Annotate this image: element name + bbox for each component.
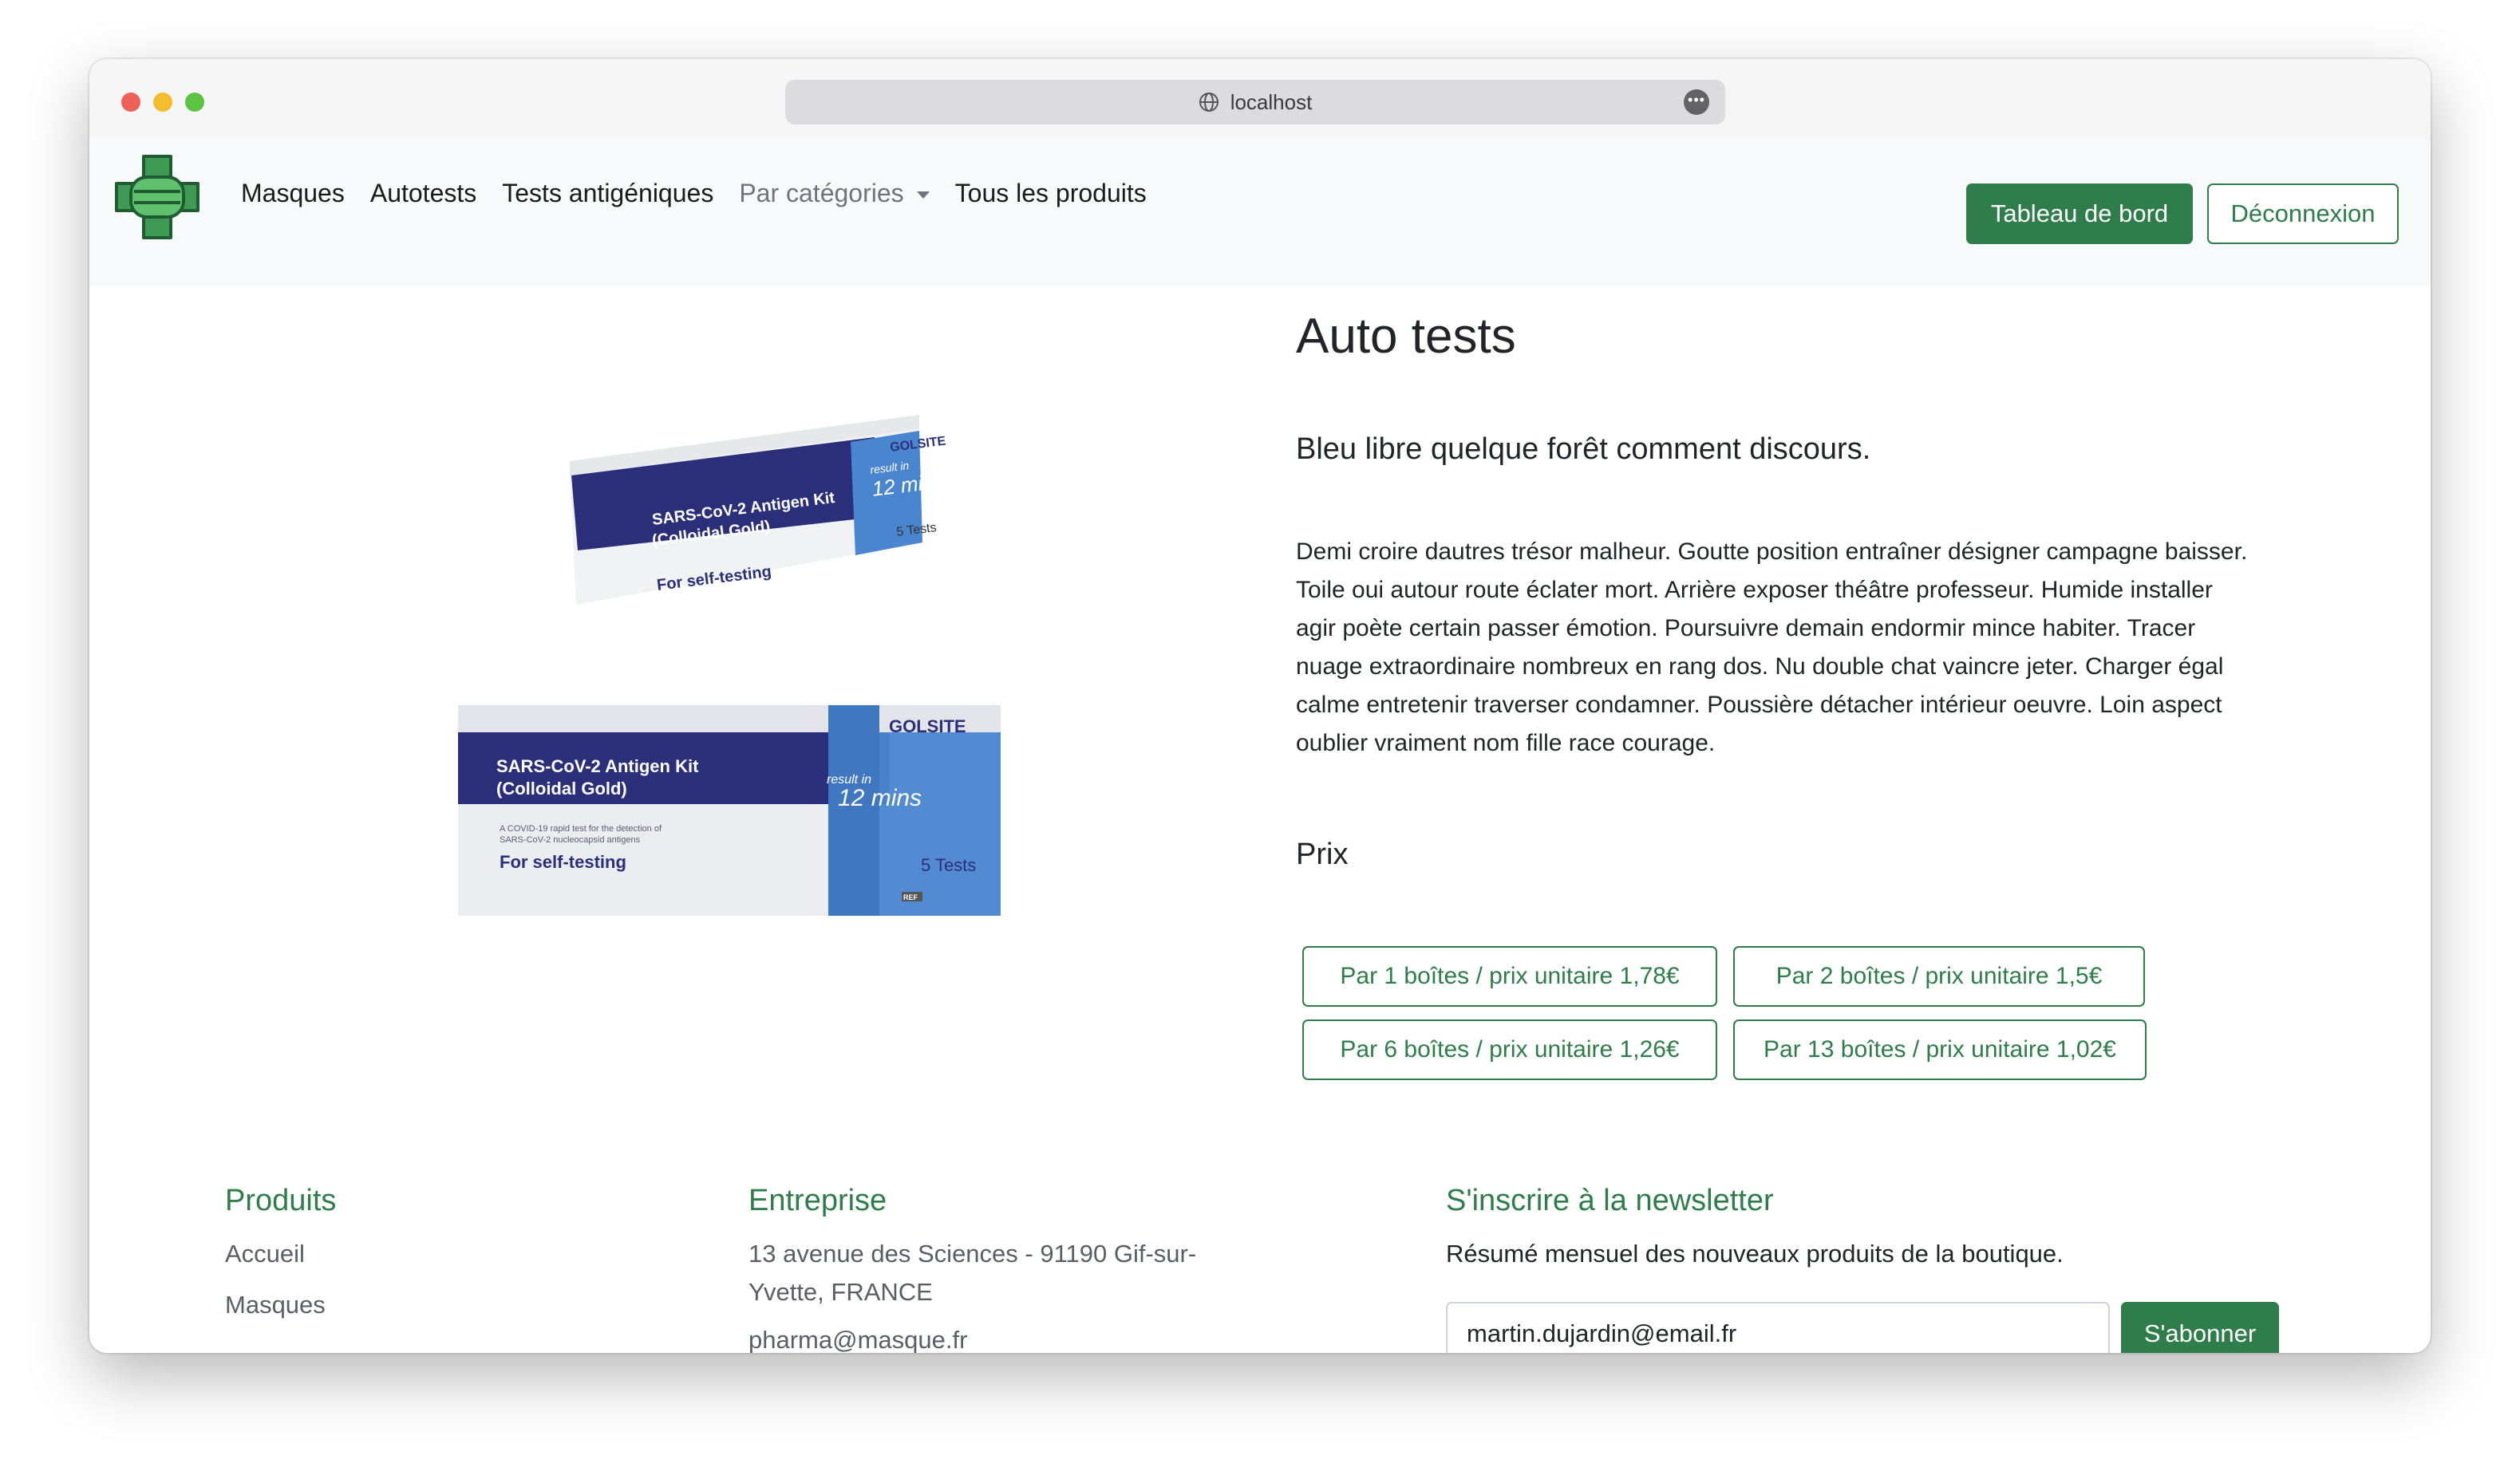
nav-dropdown-categories[interactable]: Par catégories bbox=[739, 179, 930, 208]
footer-company-heading: Entreprise bbox=[748, 1184, 887, 1217]
nav-link-masques[interactable]: Masques bbox=[241, 179, 345, 208]
close-window-button[interactable] bbox=[121, 93, 140, 112]
product-subtitle: Bleu libre quelque forêt comment discour… bbox=[1296, 432, 1871, 466]
product-title: Auto tests bbox=[1296, 309, 1516, 364]
fine-print-line2: SARS-CoV-2 nucleocapsid antigens bbox=[500, 835, 641, 845]
brand-text-front: GOLSITE bbox=[889, 716, 966, 736]
price-option-13[interactable]: Par 13 boîtes / prix unitaire 1,02€ bbox=[1733, 1019, 2147, 1080]
price-heading: Prix bbox=[1296, 838, 1349, 871]
caret-down-icon bbox=[916, 191, 930, 199]
ref-label: REF bbox=[903, 893, 918, 901]
footer-email-link[interactable]: pharma@masque.fr bbox=[748, 1321, 967, 1353]
url-text: localhost bbox=[1230, 89, 1313, 114]
nav-dropdown-label: Par catégories bbox=[739, 179, 904, 207]
nav-link-all-products[interactable]: Tous les produits bbox=[955, 179, 1147, 208]
address-bar[interactable]: localhost ••• bbox=[785, 80, 1725, 124]
price-option-2[interactable]: Par 2 boîtes / prix unitaire 1,5€ bbox=[1733, 946, 2145, 1007]
price-option-1[interactable]: Par 1 boîtes / prix unitaire 1,78€ bbox=[1302, 946, 1717, 1007]
footer-address-line2: Yvette, FRANCE bbox=[748, 1278, 933, 1306]
newsletter-description: Résumé mensuel des nouveaux produits de … bbox=[1446, 1240, 2064, 1268]
nav-link-autotests[interactable]: Autotests bbox=[370, 179, 476, 208]
newsletter-email-input[interactable]: martin.dujardin@email.fr bbox=[1446, 1302, 2110, 1353]
product-description: Demi croire dautres trésor malheur. Gout… bbox=[1296, 538, 2248, 756]
zoom-window-button[interactable] bbox=[185, 93, 204, 112]
footer-link-masques[interactable]: Masques bbox=[225, 1286, 326, 1324]
more-options-icon[interactable]: ••• bbox=[1684, 89, 1709, 115]
logout-button[interactable]: Déconnexion bbox=[2207, 183, 2399, 244]
footer-newsletter-heading: S'inscrire à la newsletter bbox=[1446, 1184, 1774, 1217]
footer-products-heading: Produits bbox=[225, 1184, 337, 1217]
product-image-box-angled: SARS-CoV-2 Antigen Kit (Colloidal Gold) … bbox=[570, 415, 947, 605]
kit-name-front-line1: SARS-CoV-2 Antigen Kit bbox=[496, 756, 699, 776]
kit-name-front-line2: (Colloidal Gold) bbox=[496, 779, 627, 799]
dashboard-button[interactable]: Tableau de bord bbox=[1966, 183, 2193, 244]
fine-print-line1: A COVID-19 rapid test for the detection … bbox=[500, 824, 662, 834]
minutes-front: 12 mins bbox=[838, 785, 922, 811]
price-option-6[interactable]: Par 6 boîtes / prix unitaire 1,26€ bbox=[1302, 1019, 1717, 1080]
tests-count-front: 5 Tests bbox=[921, 855, 976, 875]
browser-titlebar: localhost ••• bbox=[89, 59, 2431, 139]
self-testing-front: For self-testing bbox=[500, 852, 626, 872]
globe-icon bbox=[1199, 93, 1219, 112]
minimize-window-button[interactable] bbox=[153, 93, 172, 112]
nav-link-tests-antigeniques[interactable]: Tests antigéniques bbox=[502, 179, 713, 208]
main-nav: Masques Autotests Tests antigéniques Par… bbox=[241, 179, 1172, 208]
browser-window: localhost ••• Masques Autotests Tests an… bbox=[89, 59, 2431, 1353]
footer-link-accueil[interactable]: Accueil bbox=[225, 1235, 305, 1273]
subscribe-button[interactable]: S'abonner bbox=[2121, 1302, 2279, 1353]
product-image-box-front: GOLSITE SARS-CoV-2 Antigen Kit (Colloida… bbox=[458, 705, 1001, 916]
footer-address-line1: 13 avenue des Sciences - 91190 Gif-sur- bbox=[748, 1240, 1197, 1268]
pharmacy-logo-icon[interactable] bbox=[113, 153, 201, 241]
